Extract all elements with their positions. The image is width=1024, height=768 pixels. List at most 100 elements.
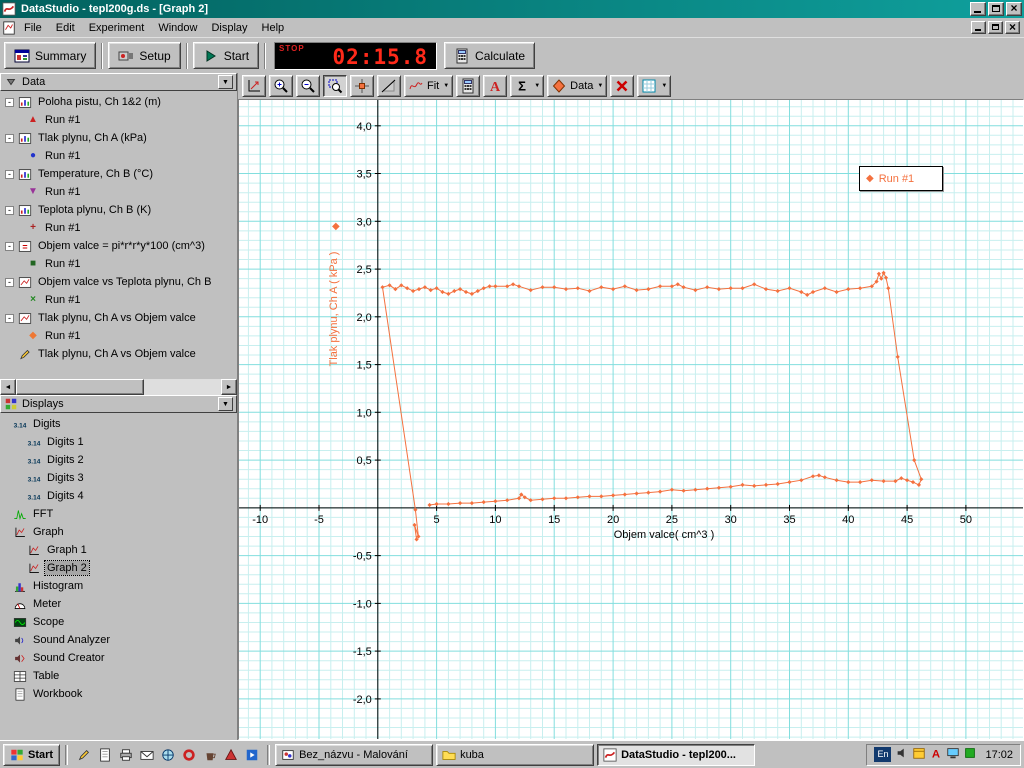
start-button[interactable]: Start [192,42,260,69]
scrollbar-thumb[interactable] [16,379,144,395]
close-button[interactable] [1006,1,1022,16]
graph-display[interactable]: -10 -5 5 10 15 20 25 30 35 40 45 50 4,0 3,5 3,0 2,5 2,0 1… [238,99,1024,740]
start-menu-button[interactable]: Start [3,743,61,766]
data-item-objem-valce-vs-teplota-plynu-ch-b[interactable]: - Objem valce vs Teplota plynu, Ch B [0,273,237,291]
quick-launch-printer[interactable] [115,744,136,765]
data-menu-button[interactable]: Data ▼ [547,75,608,97]
calculate-button[interactable]: Calculate [444,42,536,69]
scroll-left-icon[interactable]: ◄ [0,379,16,395]
tray-updater[interactable] [963,746,977,763]
quick-launch-opera[interactable] [178,744,199,765]
run-item-temperature-ch-b-c[interactable]: ▼ Run #1 [0,183,237,201]
tray-volume[interactable] [895,746,909,763]
scrollbar-track[interactable] [16,379,221,395]
display-item-digits-4[interactable]: 3.14 Digits 4 [0,487,237,505]
run-item-objem-valce-pi-r-r-y-100-cm-3[interactable]: ■ Run #1 [0,255,237,273]
task-bez-n-zvu-malov-n[interactable]: Bez_názvu - Malování [275,743,434,766]
quick-launch-mail[interactable] [136,744,157,765]
chevron-down-icon[interactable]: ▼ [442,83,449,89]
menu-file[interactable]: File [17,20,49,36]
smart-tool-button[interactable] [350,75,374,97]
display-item-graph-2[interactable]: Graph 2 [0,559,237,577]
legend[interactable]: ◆ Run #1 [859,166,943,191]
task-datastudio-tepl200[interactable]: DataStudio - tepl200... [597,743,756,766]
slope-tool-button[interactable] [377,75,401,97]
titlebar[interactable]: DataStudio - tepl200g.ds - [Graph 2] [0,0,1024,18]
display-item-sound-creator[interactable]: Sound Creator [0,649,237,667]
data-item-temperature-ch-b-c[interactable]: - Temperature, Ch B (°C) [0,165,237,183]
display-item-table[interactable]: Table [0,667,237,685]
calculator-button[interactable] [456,75,481,97]
collapse-icon[interactable]: - [5,277,14,287]
delete-button[interactable] [610,75,635,97]
display-item-fft[interactable]: FFT [0,505,237,523]
data-item-tlak-plynu-ch-a-kpa[interactable]: - Tlak plynu, Ch A (kPa) [0,129,237,147]
display-item-graph[interactable]: Graph [0,523,237,541]
clock[interactable]: 17:02 [985,749,1013,761]
display-item-scope[interactable]: Scope [0,613,237,631]
tray-display[interactable] [946,746,960,763]
zoom-out-button[interactable] [296,75,320,97]
display-item-digits[interactable]: 3.14 Digits [0,415,237,433]
displays-panel-menu-arrow-icon[interactable]: ▼ [218,397,233,411]
quick-launch-java[interactable] [199,744,220,765]
menu-experiment[interactable]: Experiment [82,20,152,36]
display-item-digits-1[interactable]: 3.14 Digits 1 [0,433,237,451]
zoom-select-button[interactable] [323,75,347,97]
scale-to-fit-button[interactable] [242,75,266,97]
quick-launch-notes[interactable] [73,744,94,765]
data-panel-header[interactable]: Data ▼ [0,73,237,91]
data-item-poloha-pistu-ch-1-2-m[interactable]: - Poloha pistu, Ch 1&2 (m) [0,93,237,111]
chevron-down-icon[interactable]: ▼ [596,83,603,89]
collapse-icon[interactable]: - [5,133,14,143]
tray-scheduler[interactable] [912,746,926,763]
mdi-minimize-button[interactable] [971,21,986,34]
menu-help[interactable]: Help [255,20,292,36]
run-item-objem-valce-vs-teplota-plynu-ch-b[interactable]: × Run #1 [0,291,237,309]
quick-launch-media[interactable] [241,744,262,765]
graph-settings-button[interactable]: ▼ [637,75,672,97]
quick-launch-browser[interactable] [157,744,178,765]
collapse-icon[interactable]: - [5,313,14,323]
menu-window[interactable]: Window [151,20,204,36]
quick-launch-document[interactable] [94,744,115,765]
document-icon[interactable] [2,20,16,35]
zoom-in-button[interactable] [269,75,293,97]
quick-launch-player[interactable] [220,744,241,765]
statistics-menu-button[interactable]: Σ ▼ [510,75,545,97]
collapse-icon[interactable]: - [5,169,14,179]
display-item-digits-2[interactable]: 3.14 Digits 2 [0,451,237,469]
chevron-down-icon[interactable]: ▼ [660,83,667,89]
y-axis-title[interactable]: Tlak plynu, Ch A ( kPa ) [328,226,340,392]
fit-menu-button[interactable]: Fit ▼ [404,75,454,97]
mdi-restore-button[interactable] [988,21,1003,34]
data-item-teplota-plynu-ch-b-k[interactable]: - Teplota plynu, Ch B (K) [0,201,237,219]
task-kuba[interactable]: kuba [436,743,595,766]
data-panel-menu-arrow-icon[interactable]: ▼ [218,75,233,89]
data-item-tlak-plynu-ch-a-vs-objem-valce[interactable]: - Tlak plynu, Ch A vs Objem valce [0,309,237,327]
display-item-sound-analyzer[interactable]: Sound Analyzer [0,631,237,649]
run-item-teplota-plynu-ch-b-k[interactable]: + Run #1 [0,219,237,237]
display-item-digits-3[interactable]: 3.14 Digits 3 [0,469,237,487]
scroll-right-icon[interactable]: ► [221,379,237,395]
maximize-button[interactable] [988,2,1004,16]
run-item-poloha-pistu-ch-1-2-m[interactable]: ▲ Run #1 [0,111,237,129]
menu-edit[interactable]: Edit [49,20,82,36]
language-indicator[interactable]: En [874,747,892,762]
summary-button[interactable]: Summary [4,42,97,69]
display-item-meter[interactable]: Meter [0,595,237,613]
tray-antivirus[interactable]: A [929,746,943,763]
display-item-graph-1[interactable]: Graph 1 [0,541,237,559]
x-axis-title[interactable]: Objem valce( cm^3 ) [569,529,759,541]
data-item-objem-valce-pi-r-r-y-100-cm-3[interactable]: - = Objem valce = pi*r*r*y*100 (cm^3) [0,237,237,255]
chevron-down-icon[interactable]: ▼ [533,83,540,89]
menu-display[interactable]: Display [204,20,254,36]
collapse-icon[interactable]: - [5,205,14,215]
run-item-tlak-plynu-ch-a-kpa[interactable]: ● Run #1 [0,147,237,165]
minimize-button[interactable] [970,2,986,16]
data-item-tlak-plynu-ch-a-vs-objem-valce[interactable]: Tlak plynu, Ch A vs Objem valce [0,345,237,363]
data-panel-hscrollbar[interactable]: ◄ ► [0,379,237,395]
displays-panel-header[interactable]: Displays ▼ [0,395,237,413]
display-item-workbook[interactable]: Workbook [0,685,237,703]
mdi-close-button[interactable] [1005,20,1020,34]
